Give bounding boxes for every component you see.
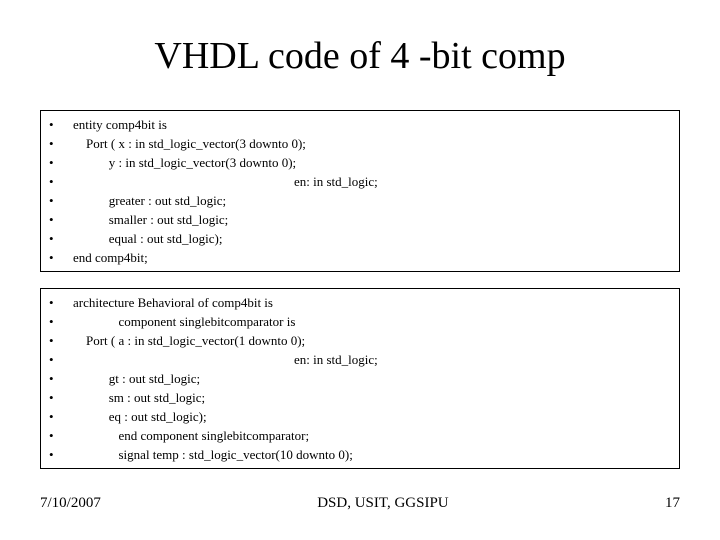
code-text: greater : out std_logic; [73,191,671,210]
code-block-architecture: •architecture Behavioral of comp4bit is … [40,288,680,469]
bullet-icon: • [49,191,73,210]
slide-footer: 7/10/2007 DSD, USIT, GGSIPU 17 [40,495,680,512]
code-text: entity comp4bit is [73,115,671,134]
code-line: • Port ( x : in std_logic_vector(3 downt… [49,134,671,153]
slide: VHDL code of 4 -bit comp •entity comp4bi… [0,0,720,540]
code-line: •end comp4bit; [49,248,671,267]
code-line: • signal temp : std_logic_vector(10 down… [49,445,671,464]
code-text: eq : out std_logic); [73,407,671,426]
bullet-icon: • [49,134,73,153]
code-line: • greater : out std_logic; [49,191,671,210]
bullet-icon: • [49,445,73,464]
bullet-icon: • [49,248,73,267]
code-text: end component singlebitcomparator; [73,426,671,445]
bullet-icon: • [49,426,73,445]
code-line: •entity comp4bit is [49,115,671,134]
code-line: • en: in std_logic; [49,172,671,191]
bullet-icon: • [49,229,73,248]
bullet-icon: • [49,115,73,134]
code-text: Port ( a : in std_logic_vector(1 downto … [73,331,671,350]
code-text: sm : out std_logic; [73,388,671,407]
code-text: smaller : out std_logic; [73,210,671,229]
bullet-icon: • [49,407,73,426]
code-line: • equal : out std_logic); [49,229,671,248]
code-line: • component singlebitcomparator is [49,312,671,331]
bullet-icon: • [49,312,73,331]
bullet-icon: • [49,369,73,388]
bullet-icon: • [49,331,73,350]
code-text: end comp4bit; [73,248,671,267]
code-line: • end component singlebitcomparator; [49,426,671,445]
code-text: Port ( x : in std_logic_vector(3 downto … [73,134,671,153]
code-line: • en: in std_logic; [49,350,671,369]
bullet-icon: • [49,293,73,312]
code-text: architecture Behavioral of comp4bit is [73,293,671,312]
bullet-icon: • [49,153,73,172]
code-line: • gt : out std_logic; [49,369,671,388]
code-text: en: in std_logic; [73,350,671,369]
code-block-entity: •entity comp4bit is • Port ( x : in std_… [40,110,680,272]
code-text: gt : out std_logic; [73,369,671,388]
code-text: component singlebitcomparator is [73,312,671,331]
code-line: • sm : out std_logic; [49,388,671,407]
code-line: •architecture Behavioral of comp4bit is [49,293,671,312]
bullet-icon: • [49,388,73,407]
code-text: equal : out std_logic); [73,229,671,248]
code-text: en: in std_logic; [73,172,671,191]
bullet-icon: • [49,210,73,229]
code-line: • eq : out std_logic); [49,407,671,426]
footer-center: DSD, USIT, GGSIPU [101,495,665,512]
bullet-icon: • [49,350,73,369]
bullet-icon: • [49,172,73,191]
code-line: • y : in std_logic_vector(3 downto 0); [49,153,671,172]
footer-page-number: 17 [665,495,680,512]
footer-date: 7/10/2007 [40,495,101,512]
slide-title: VHDL code of 4 -bit comp [0,34,720,78]
code-line: • smaller : out std_logic; [49,210,671,229]
code-line: • Port ( a : in std_logic_vector(1 downt… [49,331,671,350]
code-text: signal temp : std_logic_vector(10 downto… [73,445,671,464]
code-text: y : in std_logic_vector(3 downto 0); [73,153,671,172]
